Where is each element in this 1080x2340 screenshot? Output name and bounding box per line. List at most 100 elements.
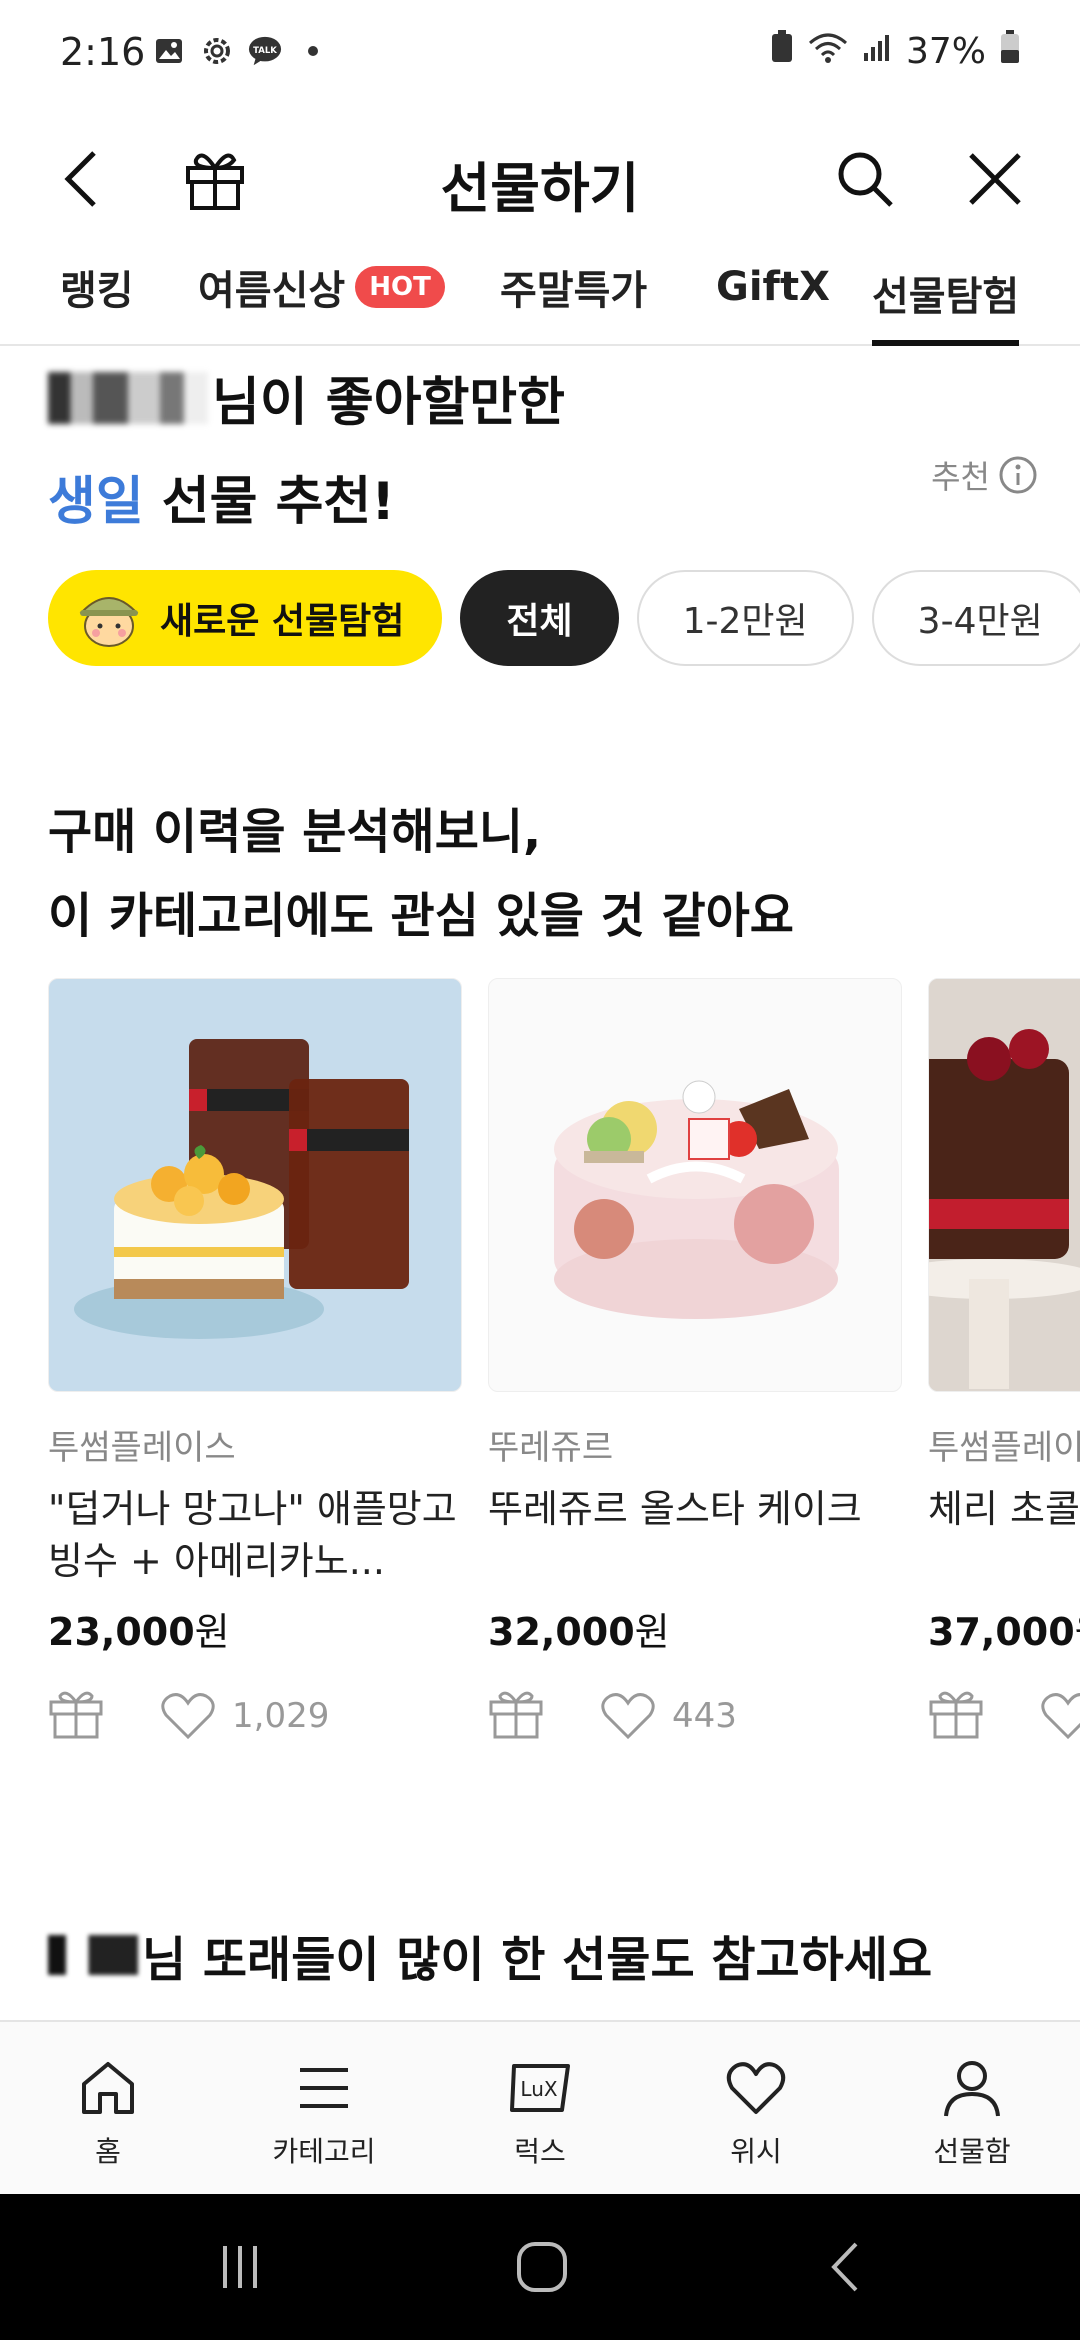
blurred-username xyxy=(48,371,208,424)
product-name: 체리 초콜 xyxy=(928,1487,1080,1531)
product-actions: 1,029 xyxy=(48,1686,462,1746)
tab-label: 여름신상 xyxy=(198,268,346,314)
product-actions xyxy=(928,1686,1080,1746)
status-time: 2:16 xyxy=(60,30,146,74)
gift-icon xyxy=(929,1691,983,1739)
product-price: 32,000원 xyxy=(488,1601,902,1656)
chip-label: 3-4만원 xyxy=(917,601,1043,642)
heart-icon xyxy=(1041,1693,1080,1740)
home-circle-icon xyxy=(517,2242,567,2292)
filter-chips: 새로운 선물탐험 전체 1-2만원 3-4만원 xyxy=(48,570,1080,666)
product-name: "덥거나 망고나" 애플망고 빙수 + 아메리카노... xyxy=(48,1487,457,1583)
battery-icon xyxy=(1000,30,1020,73)
settings-gear-icon xyxy=(200,34,234,68)
product-brand: 투썸플레이스 xyxy=(48,1428,236,1468)
nav-home[interactable]: 홈 xyxy=(0,2022,216,2194)
tab-label: 랭킹 xyxy=(60,268,134,314)
chip-all[interactable]: 전체 xyxy=(460,570,619,666)
like-count: 1,029 xyxy=(232,1696,330,1736)
product-image xyxy=(928,978,1080,1392)
price-unit: 원 xyxy=(1075,1610,1080,1654)
product-image xyxy=(488,978,902,1392)
svg-text:TALK: TALK xyxy=(253,46,277,56)
tab-ranking[interactable]: 랭킹 xyxy=(60,250,134,324)
heart-icon xyxy=(161,1693,215,1740)
dot-icon xyxy=(296,34,330,68)
category-tabs: 랭킹 여름신상 HOT 주말특가 GiftX 선물탐험 xyxy=(0,230,1080,346)
menu-icon xyxy=(300,2068,348,2108)
price-value: 32,000 xyxy=(488,1610,635,1654)
nav-category[interactable]: 카테고리 xyxy=(216,2022,432,2194)
signal-icon xyxy=(862,31,892,72)
like-count: 443 xyxy=(672,1696,737,1736)
explorer-character-icon xyxy=(79,597,139,647)
close-icon xyxy=(969,153,1021,205)
gift-button[interactable] xyxy=(928,1688,984,1744)
system-navigation-bar xyxy=(0,2194,1080,2340)
nav-label: 카테고리 xyxy=(272,2135,376,2168)
gift-button[interactable] xyxy=(48,1688,104,1744)
rec-line1-text: 님이 좋아할만한 xyxy=(212,373,565,433)
rec-line1: 님이 좋아할만한 xyxy=(48,360,1048,435)
heart-icon xyxy=(726,2062,786,2114)
gift-icon xyxy=(49,1691,103,1739)
person-icon xyxy=(944,2061,1000,2117)
rec-line2: 생일 선물 추천! xyxy=(48,459,1048,534)
chip-price-3-4[interactable]: 3-4만원 xyxy=(871,570,1080,666)
close-button[interactable] xyxy=(950,134,1040,224)
page-title: 선물하기 xyxy=(440,157,640,220)
chip-price-1-2[interactable]: 1-2만원 xyxy=(636,570,854,666)
price-value: 23,000 xyxy=(48,1610,195,1654)
search-button[interactable] xyxy=(820,134,910,224)
wish-button[interactable]: 1,029 xyxy=(160,1691,329,1741)
gift-button[interactable] xyxy=(488,1688,544,1744)
status-notification-icons: TALK xyxy=(152,34,330,68)
nav-giftbox[interactable]: 선물함 xyxy=(864,2022,1080,2194)
blurred-username xyxy=(48,1935,138,1975)
gift-icon xyxy=(489,1691,543,1739)
nav-label: 럭스 xyxy=(514,2135,566,2168)
product-actions: 443 xyxy=(488,1686,902,1746)
heart-icon xyxy=(601,1693,655,1740)
nav-wish[interactable]: 위시 xyxy=(648,2022,864,2194)
hot-badge: HOT xyxy=(355,266,445,308)
product-brand: 뚜레쥬르 xyxy=(488,1428,614,1468)
rec-line2-text: 선물 추천! xyxy=(143,472,395,532)
home-system-button[interactable] xyxy=(502,2234,582,2300)
talk-icon: TALK xyxy=(248,34,282,68)
product-card[interactable]: 투썸플레이스 체리 초콜 37,000원 xyxy=(928,978,1080,1746)
tab-weekend-deal[interactable]: 주말특가 xyxy=(500,250,647,324)
tab-label: 선물탐험 xyxy=(872,274,1020,320)
chip-label: 1-2만원 xyxy=(682,601,808,642)
gallery-icon xyxy=(152,34,186,68)
product-brand: 투썸플레이스 xyxy=(928,1428,1080,1468)
recent-apps-button[interactable] xyxy=(200,2234,280,2300)
home-icon xyxy=(82,2062,134,2114)
svg-text:LuX: LuX xyxy=(520,2077,557,2101)
wifi-icon xyxy=(808,31,848,72)
peer-gifts-heading: 님 또래들이 많이 한 선물도 참고하세요 xyxy=(48,1920,932,1990)
product-card[interactable]: 뚜레쥬르 뚜레쥬르 올스타 케이크 32,000원 443 xyxy=(488,978,902,1746)
recommendation-info-button[interactable]: 추천 xyxy=(931,452,1038,498)
price-unit: 원 xyxy=(634,1610,670,1654)
rec-occasion: 생일 xyxy=(48,472,144,532)
peer-gifts-text: 님 또래들이 많이 한 선물도 참고하세요 xyxy=(142,1932,933,1988)
nav-lux[interactable]: LuX 럭스 xyxy=(432,2022,648,2194)
chip-label: 새로운 선물탐험 xyxy=(160,601,405,642)
tab-giftx[interactable]: GiftX xyxy=(716,250,830,324)
back-system-button[interactable] xyxy=(806,2234,886,2300)
tab-gift-explore[interactable]: 선물탐험 xyxy=(872,250,1020,346)
product-price: 23,000원 xyxy=(48,1601,462,1656)
product-image xyxy=(48,978,462,1392)
product-card[interactable]: 투썸플레이스 "덥거나 망고나" 애플망고 빙수 + 아메리카노... 23,0… xyxy=(48,978,462,1746)
tab-label: GiftX xyxy=(716,264,830,310)
section-title-line1: 구매 이력을 분석해보니, xyxy=(48,804,542,860)
section-title-line2: 이 카테고리에도 관심 있을 것 같아요 xyxy=(48,888,794,944)
nav-label: 선물함 xyxy=(933,2135,1011,2168)
chip-new-explore[interactable]: 새로운 선물탐험 xyxy=(48,570,443,666)
wish-button[interactable] xyxy=(1040,1691,1080,1741)
wish-button[interactable]: 443 xyxy=(600,1691,737,1741)
bottom-navigation: 홈 카테고리 LuX 럭스 위시 선물함 xyxy=(0,2020,1080,2194)
tab-summer-new[interactable]: 여름신상 HOT xyxy=(198,250,445,324)
section-title: 구매 이력을 분석해보니, 이 카테고리에도 관심 있을 것 같아요 xyxy=(48,790,794,958)
